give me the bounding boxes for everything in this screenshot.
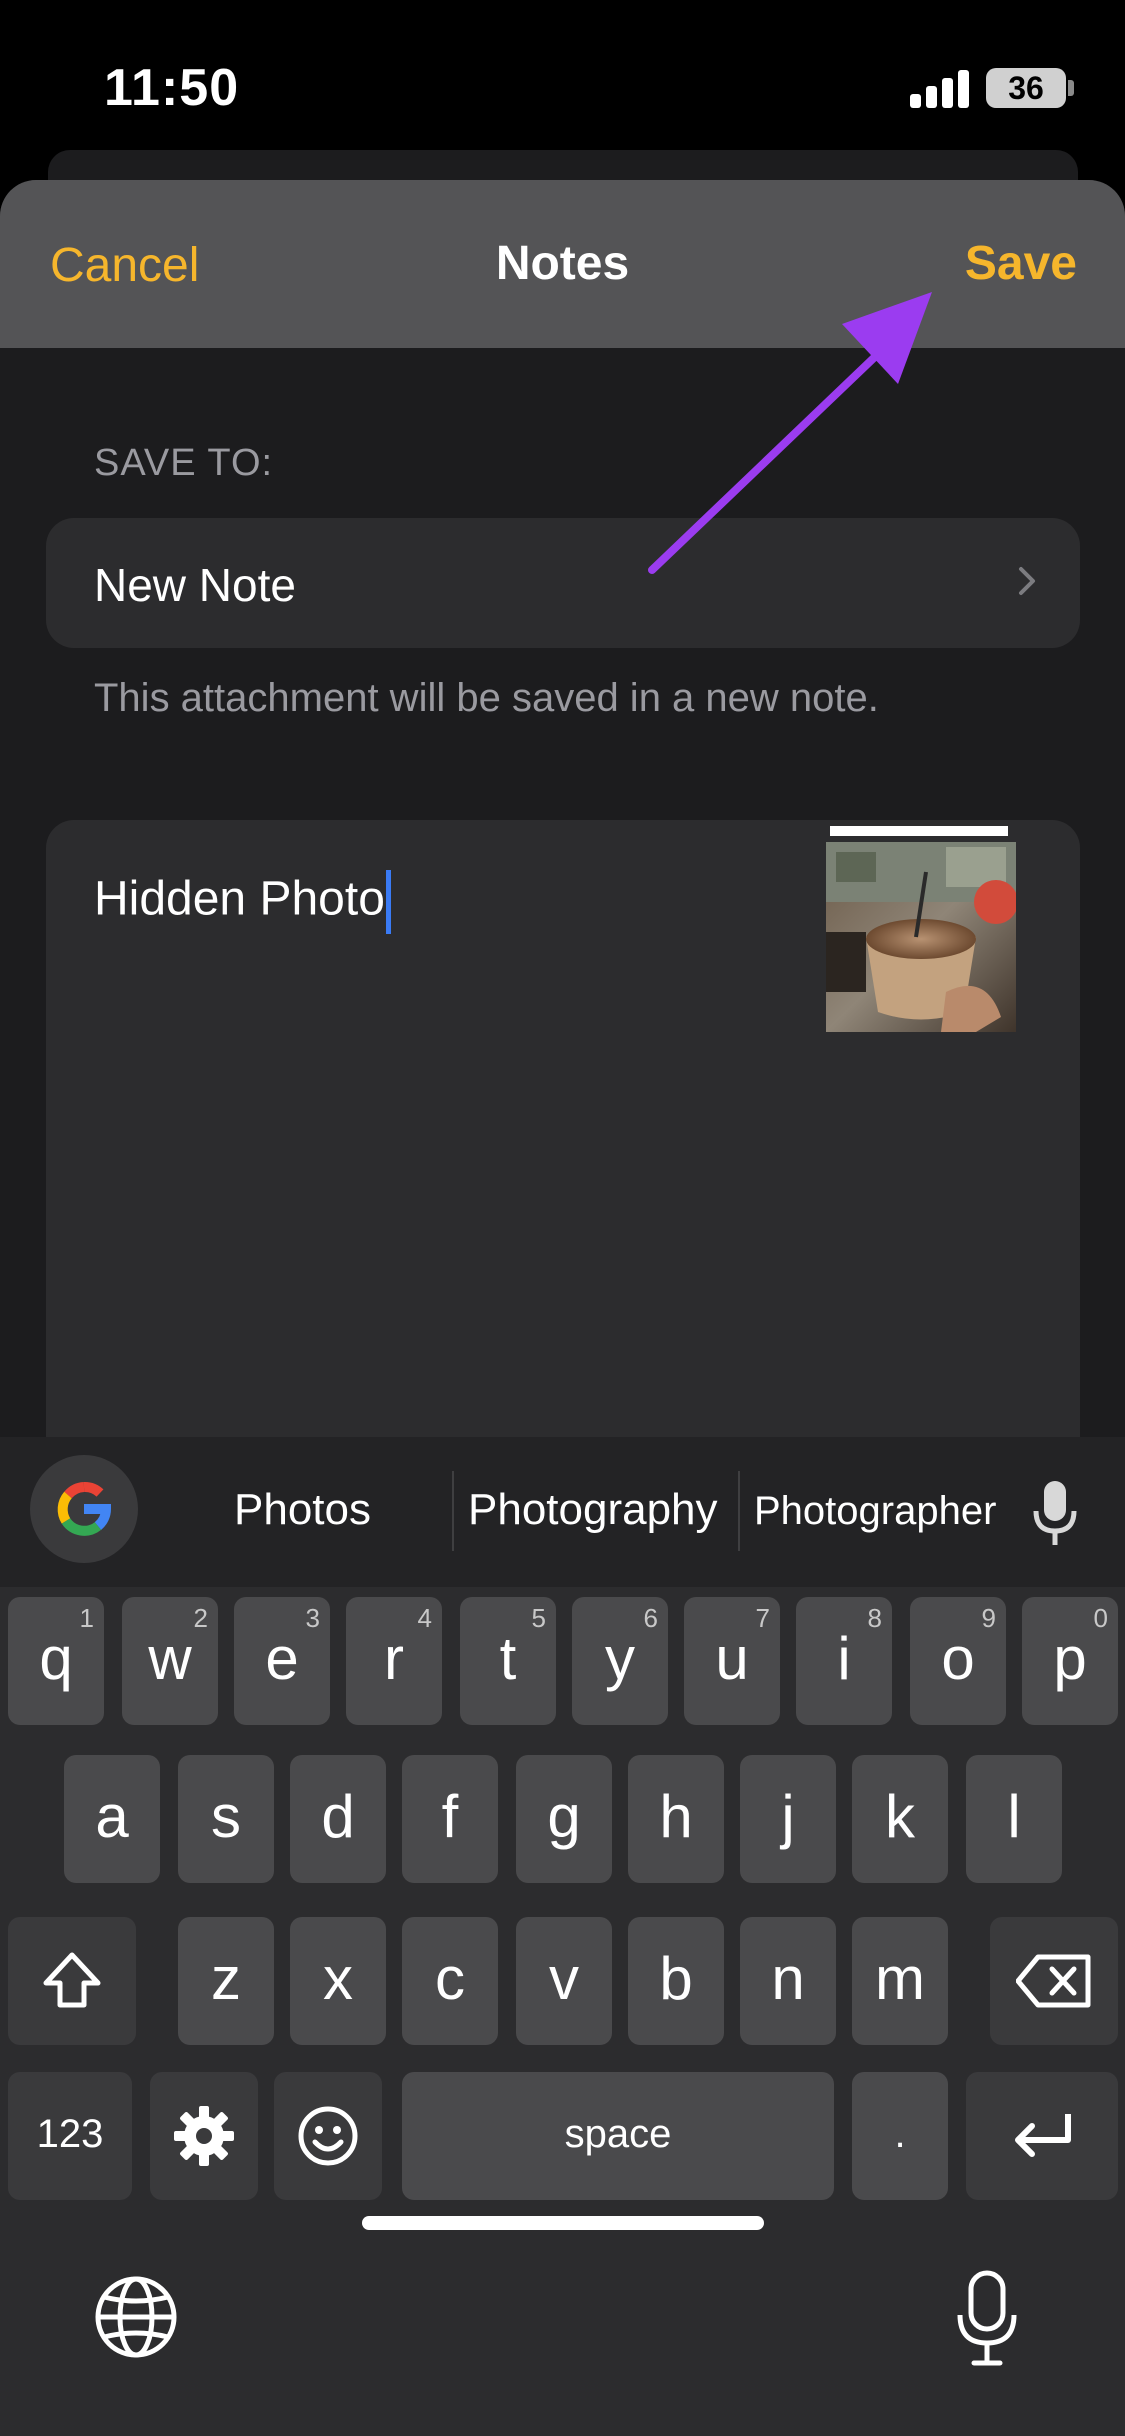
suggestion-2[interactable]: Photography	[468, 1485, 718, 1535]
smiley-icon	[298, 2106, 358, 2166]
suggestion-bar: Photos Photography Photographer	[0, 1437, 1125, 1587]
key-number: 9	[981, 1603, 996, 1633]
key-label: e	[265, 1625, 299, 1692]
key-h[interactable]: h	[628, 1755, 724, 1883]
status-time: 11:50	[104, 59, 240, 117]
dictation-microphone-icon[interactable]	[954, 2269, 1020, 2369]
battery-icon: 36	[986, 68, 1066, 108]
key-r[interactable]: r4	[346, 1597, 442, 1725]
key-n[interactable]: n	[740, 1917, 836, 2045]
suggestion-3[interactable]: Photographer	[754, 1489, 996, 1534]
backspace-icon	[1015, 1954, 1091, 2008]
key-number: 3	[305, 1603, 320, 1633]
key-z[interactable]: z	[178, 1917, 274, 2045]
key-j[interactable]: j	[740, 1755, 836, 1883]
key-x[interactable]: x	[290, 1917, 386, 2045]
globe-icon[interactable]	[94, 2275, 178, 2359]
key-d[interactable]: d	[290, 1755, 386, 1883]
shift-icon	[43, 1952, 101, 2008]
backspace-key[interactable]	[990, 1917, 1118, 2045]
key-label: p	[1053, 1625, 1087, 1692]
key-label: q	[39, 1625, 73, 1692]
save-button[interactable]: Save	[965, 236, 1077, 291]
status-bar: 11:50 36	[0, 0, 1125, 150]
key-m[interactable]: m	[852, 1917, 948, 2045]
destination-caption: This attachment will be saved in a new n…	[94, 676, 879, 720]
key-number: 6	[643, 1603, 658, 1633]
key-b[interactable]: b	[628, 1917, 724, 2045]
space-key[interactable]: space	[402, 2072, 834, 2200]
key-number: 5	[531, 1603, 546, 1633]
key-t[interactable]: t5	[460, 1597, 556, 1725]
key-v[interactable]: v	[516, 1917, 612, 2045]
key-q[interactable]: q1	[8, 1597, 104, 1725]
note-text-field[interactable]: Hidden Photo	[94, 870, 391, 934]
key-label: i	[837, 1625, 851, 1692]
key-o[interactable]: o9	[910, 1597, 1006, 1725]
settings-key[interactable]	[150, 2072, 258, 2200]
key-label: u	[715, 1625, 749, 1692]
key-w[interactable]: w2	[122, 1597, 218, 1725]
google-icon[interactable]	[30, 1455, 138, 1563]
photo-thumbnail-image	[826, 842, 1016, 1032]
key-number: 4	[417, 1603, 432, 1633]
keyboard: Photos Photography Photographer q1 w2 e3…	[0, 1437, 1125, 2436]
key-c[interactable]: c	[402, 1917, 498, 2045]
suggestion-divider	[738, 1471, 740, 1551]
battery-tip	[1068, 80, 1074, 96]
numbers-key[interactable]: 123	[8, 2072, 132, 2200]
save-to-label: SAVE TO:	[94, 442, 274, 484]
key-number: 0	[1093, 1603, 1108, 1633]
key-k[interactable]: k	[852, 1755, 948, 1883]
cellular-signal-icon	[910, 68, 970, 108]
shift-key[interactable]	[8, 1917, 136, 2045]
text-cursor	[385, 870, 391, 934]
key-g[interactable]: g	[516, 1755, 612, 1883]
key-number: 2	[193, 1603, 208, 1633]
attachment-thumbnail	[826, 826, 1016, 1032]
key-label: t	[499, 1625, 517, 1692]
return-icon	[1015, 2114, 1071, 2157]
key-l[interactable]: l	[966, 1755, 1062, 1883]
destination-label: New Note	[94, 559, 296, 611]
suggestion-divider	[452, 1471, 454, 1551]
chevron-right-icon	[1019, 567, 1035, 595]
key-a[interactable]: a	[64, 1755, 160, 1883]
period-key[interactable]: .	[852, 2072, 948, 2200]
emoji-key[interactable]	[274, 2072, 382, 2200]
key-f[interactable]: f	[402, 1755, 498, 1883]
key-number: 8	[867, 1603, 882, 1633]
sheet-title: Notes	[495, 237, 630, 290]
key-s[interactable]: s	[178, 1755, 274, 1883]
destination-row[interactable]: New Note	[46, 518, 1080, 648]
gear-icon	[174, 2106, 234, 2166]
key-number: 7	[755, 1603, 770, 1633]
key-u[interactable]: u7	[684, 1597, 780, 1725]
note-text: Hidden Photo	[94, 872, 385, 926]
note-text-area[interactable]: Hidden Photo	[46, 820, 1080, 1520]
thumbnail-stack-edge	[830, 826, 1008, 836]
key-p[interactable]: p0	[1022, 1597, 1118, 1725]
key-number: 1	[79, 1603, 94, 1633]
key-y[interactable]: y6	[572, 1597, 668, 1725]
key-label: r	[384, 1625, 404, 1692]
suggestion-1[interactable]: Photos	[234, 1485, 371, 1535]
key-label: o	[941, 1625, 975, 1692]
key-i[interactable]: i8	[796, 1597, 892, 1725]
return-key[interactable]	[966, 2072, 1118, 2200]
navigation-bar: Cancel Notes Save	[0, 180, 1125, 348]
key-label: w	[148, 1625, 192, 1692]
key-e[interactable]: e3	[234, 1597, 330, 1725]
microphone-icon[interactable]	[1030, 1477, 1080, 1549]
home-indicator[interactable]	[362, 2216, 764, 2230]
key-label: y	[605, 1625, 635, 1692]
